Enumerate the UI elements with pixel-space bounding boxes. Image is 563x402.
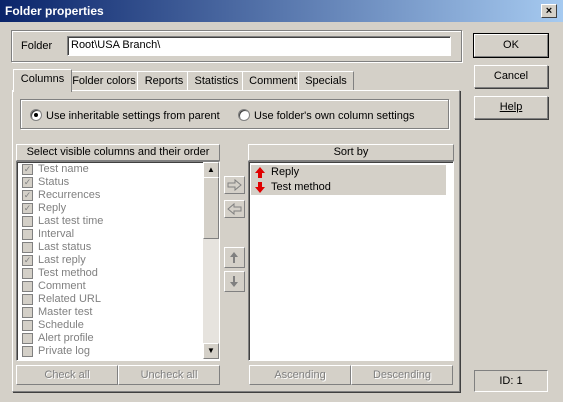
- radio-inherit-label[interactable]: Use inheritable settings from parent: [46, 110, 220, 122]
- sort-item[interactable]: Reply: [251, 165, 446, 180]
- move-down-icon: [230, 276, 238, 287]
- radio-own-label[interactable]: Use folder's own column settings: [254, 110, 414, 122]
- column-item[interactable]: ✓ Reply: [18, 202, 202, 215]
- checkbox[interactable]: [22, 294, 33, 305]
- column-item[interactable]: ✓ Status: [18, 176, 202, 189]
- title-bar[interactable]: Folder properties ×: [0, 0, 563, 22]
- column-item[interactable]: Last status: [18, 241, 202, 254]
- checkbox[interactable]: ✓: [22, 177, 33, 188]
- column-item-label: Comment: [38, 280, 86, 292]
- ascending-button[interactable]: Ascending: [249, 365, 351, 385]
- column-item-label: Last reply: [38, 254, 86, 266]
- column-item[interactable]: Related URL: [18, 293, 202, 306]
- tab-comment[interactable]: Comment: [242, 71, 304, 91]
- columns-scrollbar[interactable]: ▲ ▼: [203, 162, 219, 359]
- column-item[interactable]: Master test: [18, 306, 202, 319]
- column-item[interactable]: ✓ Recurrences: [18, 189, 202, 202]
- sort-header: Sort by: [248, 144, 454, 161]
- sort-item[interactable]: Test method: [251, 180, 446, 195]
- scroll-down-icon[interactable]: ▼: [203, 343, 219, 359]
- radio-inherit[interactable]: [30, 109, 42, 121]
- tab-statistics[interactable]: Statistics: [187, 71, 246, 91]
- arrow-left-icon: [227, 202, 242, 216]
- column-item-label: Alert profile: [38, 332, 94, 344]
- help-button[interactable]: Help: [474, 96, 548, 119]
- radio-selected-dot: [34, 113, 38, 117]
- column-item-label: Reply: [38, 202, 67, 214]
- columns-list[interactable]: ✓ Test name ✓ Status ✓ Recurrences ✓ Reply Last …: [16, 161, 220, 361]
- checkbox[interactable]: [22, 216, 33, 227]
- column-item[interactable]: Test method: [18, 267, 202, 280]
- move-up-button[interactable]: [224, 247, 245, 268]
- checkbox[interactable]: [22, 346, 33, 357]
- scroll-thumb[interactable]: [203, 177, 219, 239]
- cancel-button[interactable]: Cancel: [474, 65, 548, 88]
- folder-path-value: Root\USA Branch\: [71, 39, 161, 51]
- column-item-label: Master test: [38, 306, 93, 318]
- id-label: ID: 1: [474, 370, 548, 392]
- checkbox[interactable]: ✓: [22, 190, 33, 201]
- column-item[interactable]: Interval: [18, 228, 202, 241]
- checkbox[interactable]: [22, 268, 33, 279]
- tab-specials[interactable]: Specials: [298, 71, 354, 91]
- columns-items: ✓ Test name ✓ Status ✓ Recurrences ✓ Reply Last …: [18, 163, 202, 358]
- column-item[interactable]: Comment: [18, 280, 202, 293]
- sort-item-label: Test method: [271, 181, 331, 193]
- checkbox[interactable]: [22, 242, 33, 253]
- column-item-label: Related URL: [38, 293, 101, 305]
- column-item[interactable]: Private log: [18, 345, 202, 358]
- column-item-label: Interval: [38, 228, 75, 240]
- column-item[interactable]: Last test time: [18, 215, 202, 228]
- move-right-button[interactable]: [224, 176, 245, 194]
- descending-arrow-icon: [255, 182, 265, 193]
- column-item-label: Last test time: [38, 215, 104, 227]
- column-item-label: Recurrences: [38, 189, 101, 201]
- move-up-icon: [230, 252, 238, 263]
- checkbox[interactable]: [22, 281, 33, 292]
- descending-button[interactable]: Descending: [351, 365, 453, 385]
- column-item[interactable]: ✓ Last reply: [18, 254, 202, 267]
- column-item-label: Last status: [38, 241, 92, 253]
- ok-button[interactable]: OK: [473, 33, 549, 58]
- folder-path-field[interactable]: Root\USA Branch\: [67, 36, 451, 56]
- uncheck-all-button[interactable]: Uncheck all: [118, 365, 220, 385]
- close-icon: ×: [545, 5, 553, 17]
- checkbox[interactable]: [22, 307, 33, 318]
- column-item[interactable]: ✓ Test name: [18, 163, 202, 176]
- folder-label: Folder: [21, 40, 53, 52]
- move-left-button[interactable]: [224, 200, 245, 218]
- tab-columns[interactable]: Columns: [13, 69, 72, 92]
- checkbox[interactable]: ✓: [22, 255, 33, 266]
- check-all-button[interactable]: Check all: [16, 365, 118, 385]
- checkbox[interactable]: ✓: [22, 164, 33, 175]
- tab-reports[interactable]: Reports: [137, 71, 191, 91]
- move-down-button[interactable]: [224, 271, 245, 292]
- column-item-label: Status: [38, 176, 70, 188]
- checkbox[interactable]: ✓: [22, 203, 33, 214]
- column-item[interactable]: Alert profile: [18, 332, 202, 345]
- sort-list[interactable]: Reply Test method: [248, 161, 454, 361]
- checkbox[interactable]: [22, 320, 33, 331]
- radio-own[interactable]: [238, 109, 250, 121]
- sort-item-label: Reply: [271, 166, 300, 178]
- column-item-label: Test name: [38, 163, 89, 175]
- window-title: Folder properties: [5, 4, 104, 18]
- ascending-arrow-icon: [255, 167, 265, 178]
- checkbox[interactable]: [22, 229, 33, 240]
- column-item-label: Schedule: [38, 319, 84, 331]
- close-button[interactable]: ×: [541, 4, 557, 18]
- column-item-label: Private log: [38, 345, 90, 357]
- columns-header: Select visible columns and their order: [16, 144, 220, 161]
- help-button-label: Help: [499, 101, 523, 113]
- arrow-right-icon: [227, 178, 242, 192]
- column-item-label: Test method: [38, 267, 98, 279]
- checkbox[interactable]: [22, 333, 33, 344]
- scroll-up-icon[interactable]: ▲: [203, 162, 219, 178]
- sort-items: Reply Test method: [251, 165, 446, 195]
- tab-folder-colors[interactable]: Folder colors: [67, 71, 141, 91]
- column-item[interactable]: Schedule: [18, 319, 202, 332]
